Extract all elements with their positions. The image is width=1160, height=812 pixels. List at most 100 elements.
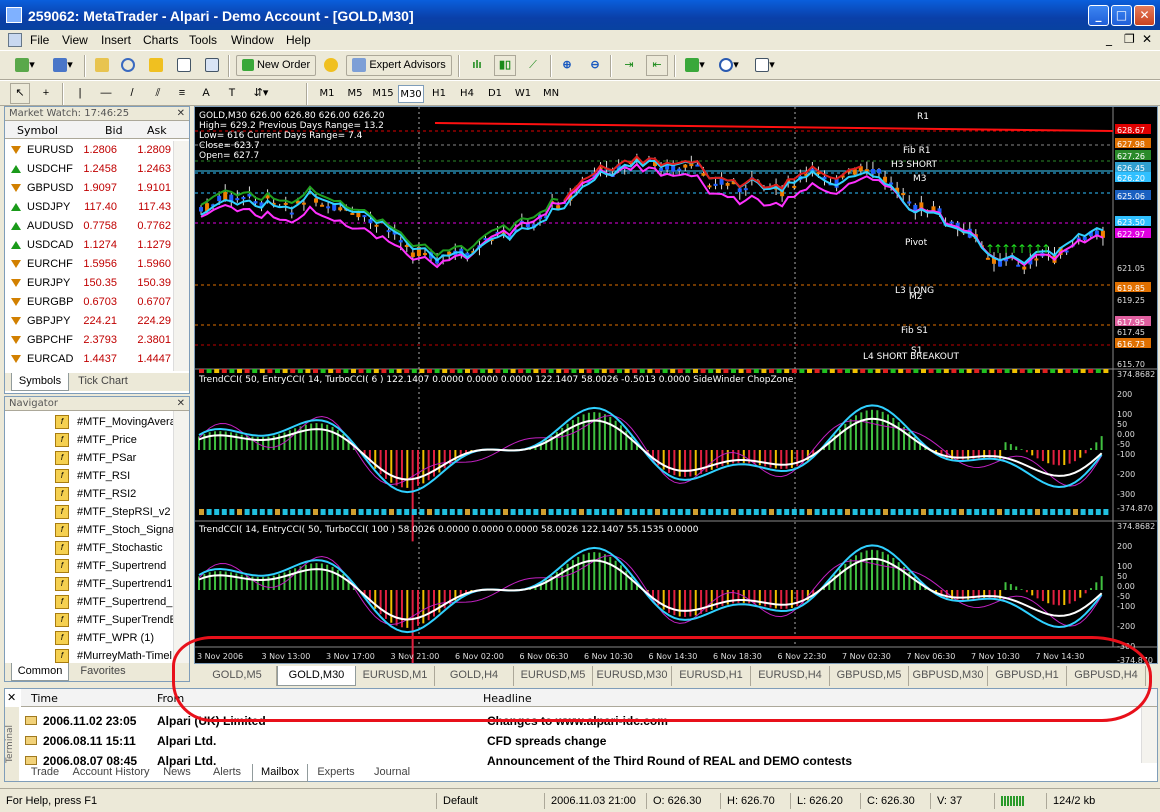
data-window-toggle[interactable] xyxy=(118,55,138,76)
tf-w1[interactable]: W1 xyxy=(510,85,536,103)
chart-tab[interactable]: EURUSD,M30 xyxy=(593,666,672,686)
close-icon[interactable]: ✕ xyxy=(177,397,185,411)
tab-symbols[interactable]: Symbols xyxy=(11,373,69,391)
market-watch-row[interactable]: GBPUSD 1.9097 1.9101 xyxy=(5,179,175,198)
menu-help[interactable]: Help xyxy=(286,33,311,47)
text-label-button[interactable]: T xyxy=(222,83,242,104)
bar-chart-button[interactable]: ılı xyxy=(466,55,488,76)
horizontal-line-button[interactable]: — xyxy=(96,83,116,104)
col-from[interactable]: From xyxy=(157,692,184,705)
tf-m15[interactable]: M15 xyxy=(370,85,396,103)
chart-tab[interactable]: GBPUSD,M30 xyxy=(909,666,988,686)
navigator-item[interactable]: f #MTF_PSar xyxy=(49,449,173,467)
menu-tools[interactable]: Tools xyxy=(189,33,217,47)
mdi-minimize-icon[interactable]: _ xyxy=(1106,32,1112,46)
close-button[interactable]: ✕ xyxy=(1134,5,1155,26)
menu-file[interactable]: File xyxy=(30,33,49,47)
channel-button[interactable]: ⫽ xyxy=(148,83,168,104)
mdi-restore-icon[interactable]: ❐ xyxy=(1124,32,1135,46)
menu-insert[interactable]: Insert xyxy=(101,33,131,47)
navigator-toggle[interactable] xyxy=(146,55,166,76)
navigator-item[interactable]: f #MTF_RSI2 xyxy=(49,485,173,503)
mail-row[interactable]: 2006.11.02 23:05 Alpari (UK) Limited Cha… xyxy=(21,711,1141,731)
trendline-button[interactable]: / xyxy=(122,83,142,104)
navigator-item[interactable]: f #MTF_Supertrend_ xyxy=(49,593,173,611)
gold-m30-chart[interactable]: R1 Fib R1 H3 SHORT M3 Pivot L3 LONG M2 Fib S1 S1… xyxy=(194,106,1158,664)
tf-m5[interactable]: M5 xyxy=(342,85,368,103)
tab-tick-chart[interactable]: Tick Chart xyxy=(71,373,135,391)
mail-row[interactable]: 2006.08.11 15:11 Alpari Ltd. CFD spreads… xyxy=(21,731,1141,751)
navigator-scrollbar[interactable] xyxy=(173,411,189,663)
market-watch-row[interactable]: EURCAD 1.4437 1.4447 xyxy=(5,350,175,369)
tester-toggle[interactable] xyxy=(202,55,222,76)
chart-shift-button[interactable]: ⇤ xyxy=(646,55,668,76)
col-time[interactable]: Time xyxy=(31,692,58,705)
terminal-tab[interactable]: Trade xyxy=(20,764,70,782)
chart-canvas[interactable]: R1Fib R1H3 SHORTM3PivotL3 LONGM2Fib S1S1… xyxy=(195,107,1157,663)
market-watch-row[interactable]: GBPJPY 224.21 224.29 xyxy=(5,312,175,331)
indicators-button[interactable]: ▾ xyxy=(680,55,710,76)
chart-tab[interactable]: GBPUSD,H4 xyxy=(1067,666,1146,686)
market-watch-row[interactable]: EURGBP 0.6703 0.6707 xyxy=(5,293,175,312)
market-watch-scrollbar[interactable] xyxy=(173,141,189,371)
terminal-tab[interactable]: Account History xyxy=(70,764,152,782)
chart-tab[interactable]: EURUSD,H1 xyxy=(672,666,751,686)
terminal-scrollbar[interactable] xyxy=(1141,707,1157,763)
market-watch-toggle[interactable] xyxy=(92,55,112,76)
navigator-item[interactable]: f #MTF_Price xyxy=(49,431,173,449)
tab-common[interactable]: Common xyxy=(11,663,69,681)
terminal-tab[interactable]: Experts xyxy=(308,764,364,782)
market-watch-row[interactable]: AUDUSD 0.7758 0.7762 xyxy=(5,217,175,236)
maximize-button[interactable]: □ xyxy=(1111,5,1132,26)
mdi-close-icon[interactable]: ✕ xyxy=(1142,32,1152,46)
tf-m1[interactable]: M1 xyxy=(314,85,340,103)
terminal-toggle[interactable] xyxy=(174,55,194,76)
profiles-button[interactable]: ▾ xyxy=(48,55,78,76)
col-headline[interactable]: Headline xyxy=(483,692,532,705)
navigator-item[interactable]: f #MTF_SuperTrendE xyxy=(49,611,173,629)
menu-charts[interactable]: Charts xyxy=(143,33,178,47)
col-ask[interactable]: Ask xyxy=(147,124,167,137)
terminal-tab[interactable]: Journal xyxy=(364,764,420,782)
vertical-line-button[interactable]: | xyxy=(70,83,90,104)
navigator-item[interactable]: f #MTF_Supertrend xyxy=(49,557,173,575)
market-watch-row[interactable]: EURJPY 150.35 150.39 xyxy=(5,274,175,293)
navigator-item[interactable]: f #MTF_WPR (1) xyxy=(49,629,173,647)
market-watch-row[interactable]: USDCHF 1.2458 1.2463 xyxy=(5,160,175,179)
market-watch-row[interactable]: USDJPY 117.40 117.43 xyxy=(5,198,175,217)
close-icon[interactable]: ✕ xyxy=(7,691,16,704)
market-watch-row[interactable]: USDCAD 1.1274 1.1279 xyxy=(5,236,175,255)
chart-tab[interactable]: GBPUSD,M5 xyxy=(830,666,909,686)
templates-button[interactable]: ▾ xyxy=(750,55,780,76)
col-bid[interactable]: Bid xyxy=(105,124,123,137)
expert-advisors-button[interactable]: Expert Advisors xyxy=(346,55,452,76)
navigator-item[interactable]: f #MurreyMath-Timel xyxy=(49,647,173,663)
line-chart-button[interactable]: ⟋ xyxy=(522,55,544,76)
terminal-tab[interactable]: News xyxy=(152,764,202,782)
menu-window[interactable]: Window xyxy=(231,33,274,47)
chart-tab[interactable]: GOLD,M30 xyxy=(277,666,356,686)
auto-scroll-button[interactable]: ⇥ xyxy=(618,55,640,76)
market-watch-row[interactable]: GBPCHF 2.3793 2.3801 xyxy=(5,331,175,350)
fibonacci-button[interactable]: ≡ xyxy=(172,83,192,104)
navigator-item[interactable]: f #MTF_StepRSI_v2 xyxy=(49,503,173,521)
tf-h1[interactable]: H1 xyxy=(426,85,452,103)
col-symbol[interactable]: Symbol xyxy=(17,124,58,137)
menu-view[interactable]: View xyxy=(62,33,88,47)
chart-tab[interactable]: EURUSD,M1 xyxy=(356,666,435,686)
close-icon[interactable]: ✕ xyxy=(177,107,185,121)
tab-favorites[interactable]: Favorites xyxy=(71,663,135,681)
zoom-in-button[interactable]: ⊕ xyxy=(556,55,578,76)
tf-m30[interactable]: M30 xyxy=(398,85,424,103)
periodicity-button[interactable]: ▾ xyxy=(714,55,744,76)
navigator-item[interactable]: f #MTF_Stochastic xyxy=(49,539,173,557)
navigator-item[interactable]: f #MTF_MovingAvera xyxy=(49,413,173,431)
arrows-button[interactable]: ⇵▾ xyxy=(248,83,274,104)
tf-mn[interactable]: MN xyxy=(538,85,564,103)
crosshair-button[interactable]: + xyxy=(36,83,56,104)
metaeditor-button[interactable] xyxy=(320,55,342,76)
candlestick-button[interactable]: ▮▯ xyxy=(494,55,516,76)
market-watch-row[interactable]: EURUSD 1.2806 1.2809 xyxy=(5,141,175,160)
chart-tab[interactable]: GBPUSD,H1 xyxy=(988,666,1067,686)
navigator-item[interactable]: f #MTF_RSI xyxy=(49,467,173,485)
